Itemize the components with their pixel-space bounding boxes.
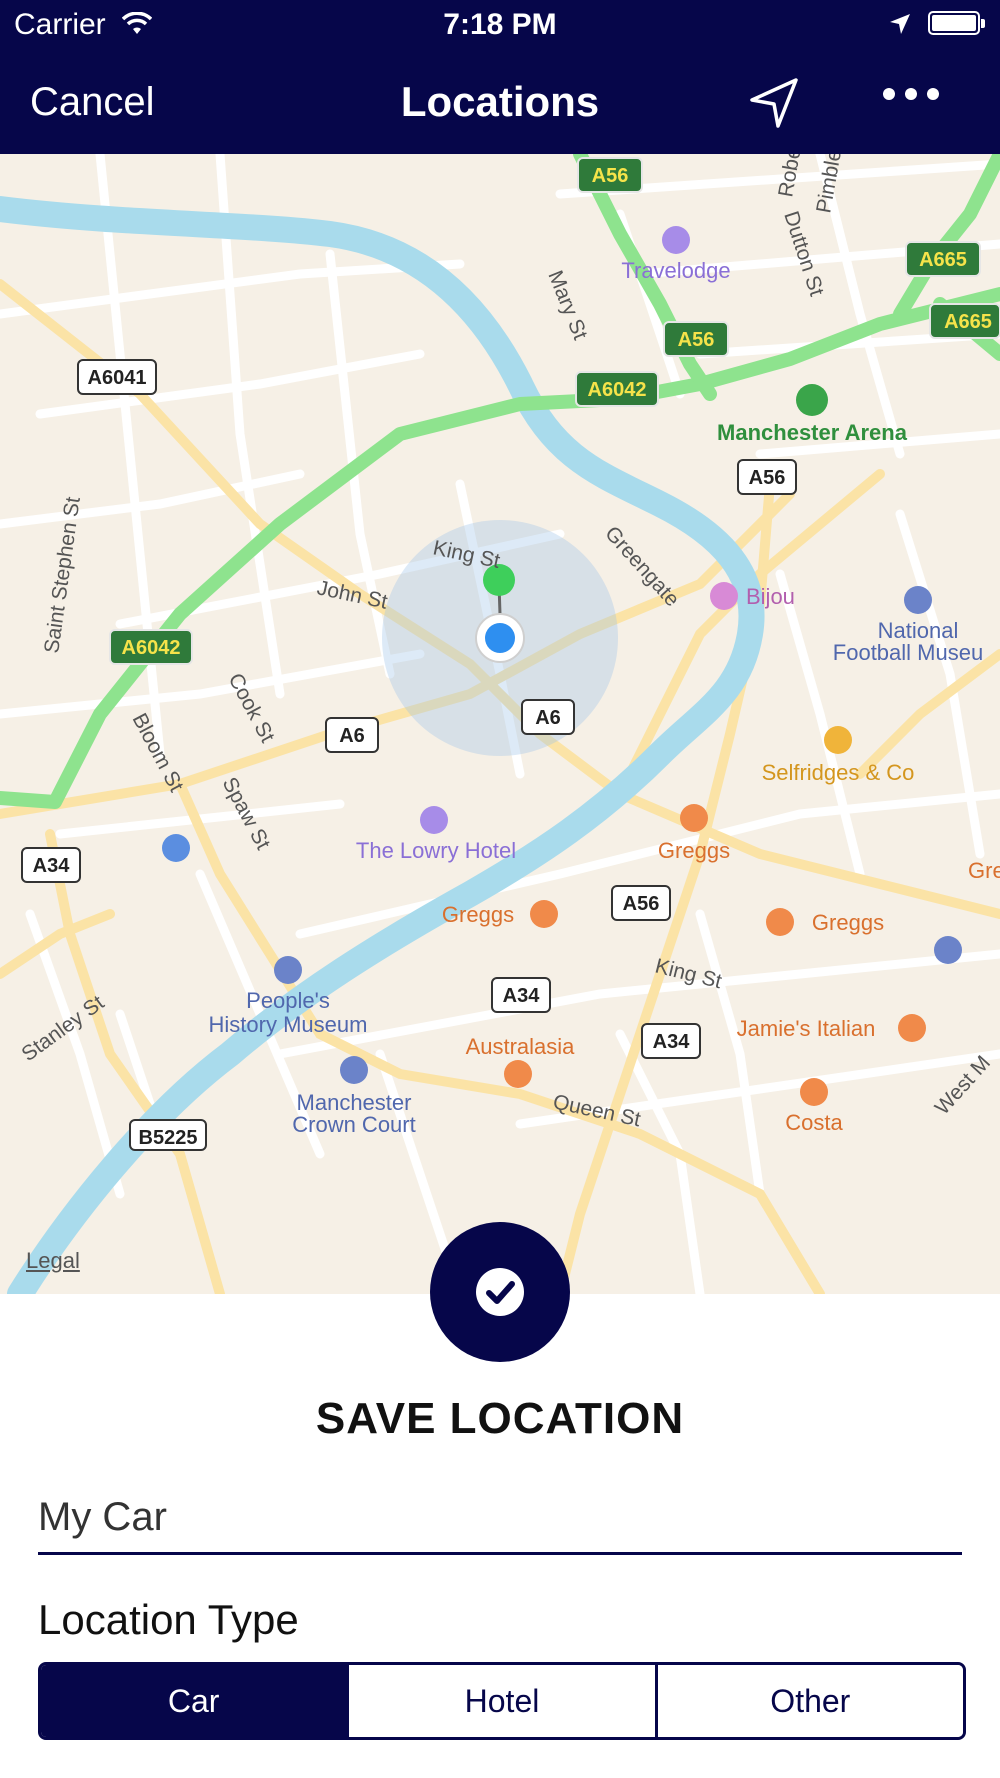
road-shield-a6042: A6042	[588, 379, 647, 401]
road-shield-a34: A34	[653, 1031, 691, 1053]
location-services-icon	[890, 14, 910, 34]
current-location-dot	[485, 623, 515, 653]
battery-icon	[928, 11, 985, 35]
location-type-car[interactable]: Car	[41, 1665, 347, 1737]
poi-selfridges[interactable]: Selfridges & Co	[762, 760, 915, 785]
courthouse-icon[interactable]	[340, 1056, 368, 1084]
navigation-arrow-icon[interactable]	[744, 72, 804, 132]
location-name-input[interactable]	[38, 1482, 962, 1555]
map-canvas: A56 A56 A665 A665 A6042 A6042 A6041 A56 …	[0, 154, 1000, 1294]
poi-costa[interactable]: Costa	[785, 1110, 843, 1135]
road-shield-a6: A6	[535, 707, 561, 729]
road-shield-a56: A56	[749, 467, 786, 489]
poi-manchester-arena[interactable]: Manchester Arena	[717, 420, 908, 445]
museum-icon[interactable]	[274, 956, 302, 984]
bakery-icon[interactable]	[680, 804, 708, 832]
poi-greggs[interactable]: Gre	[968, 858, 1000, 883]
mail-icon[interactable]	[934, 936, 962, 964]
poi-peoples-history-museum[interactable]: People's	[246, 988, 330, 1013]
road-shield-a34: A34	[33, 855, 71, 877]
map-view[interactable]: A56 A56 A665 A665 A6042 A6042 A6041 A56 …	[0, 154, 1000, 1294]
poi-lowry-hotel[interactable]: The Lowry Hotel	[356, 838, 516, 863]
save-location-button[interactable]	[430, 1222, 570, 1362]
bar-icon[interactable]	[710, 582, 738, 610]
location-type-segmented-control: Car Hotel Other	[38, 1662, 966, 1740]
poi-crown-court[interactable]: Crown Court	[292, 1112, 415, 1137]
poi-australasia[interactable]: Australasia	[466, 1034, 576, 1059]
road-shield-a665: A665	[919, 249, 967, 271]
poi-national-football-museum[interactable]: Football Museu	[833, 640, 983, 665]
poi-greggs[interactable]: Greggs	[812, 910, 884, 935]
save-location-title: SAVE LOCATION	[315, 1394, 685, 1443]
road-shield-b5225: B5225	[139, 1127, 198, 1149]
location-type-hotel[interactable]: Hotel	[346, 1665, 655, 1737]
status-bar: Carrier 7:18 PM	[0, 0, 1000, 52]
checkmark-icon	[476, 1268, 524, 1316]
poi-bijou[interactable]: Bijou	[746, 584, 795, 609]
cafe-icon[interactable]	[800, 1078, 828, 1106]
page-title: Locations	[400, 78, 600, 125]
stadium-icon[interactable]	[796, 384, 828, 416]
status-time: 7:18 PM	[443, 8, 557, 41]
nav-bar: Cancel Locations	[0, 52, 1000, 154]
restaurant-icon[interactable]	[504, 1060, 532, 1088]
poi-peoples-history-museum[interactable]: History Museum	[209, 1012, 368, 1037]
road-shield-a6: A6	[339, 725, 365, 747]
shopping-icon[interactable]	[824, 726, 852, 754]
road-shield-a56: A56	[678, 329, 715, 351]
location-type-label: Location Type	[38, 1596, 299, 1643]
road-shield-a56: A56	[623, 893, 660, 915]
legal-link[interactable]: Legal	[26, 1248, 80, 1274]
location-type-other[interactable]: Other	[654, 1665, 963, 1737]
bakery-icon[interactable]	[530, 900, 558, 928]
restaurant-icon[interactable]	[898, 1014, 926, 1042]
road-shield-a6042: A6042	[122, 637, 181, 659]
train-icon[interactable]	[162, 834, 190, 862]
bakery-icon[interactable]	[766, 908, 794, 936]
road-shield-a6041: A6041	[88, 367, 147, 389]
poi-greggs[interactable]: Greggs	[442, 902, 514, 927]
hotel-icon[interactable]	[420, 806, 448, 834]
road-shield-a56: A56	[592, 165, 629, 187]
road-shield-a34: A34	[503, 985, 541, 1007]
road-shield-a665: A665	[944, 311, 992, 333]
more-dots-icon[interactable]	[876, 74, 946, 114]
museum-icon[interactable]	[904, 586, 932, 614]
poi-greggs[interactable]: Greggs	[658, 838, 730, 863]
poi-jamies-italian[interactable]: Jamie's Italian	[737, 1016, 876, 1041]
poi-travelodge[interactable]: Travelodge	[621, 258, 730, 283]
hotel-icon[interactable]	[662, 226, 690, 254]
